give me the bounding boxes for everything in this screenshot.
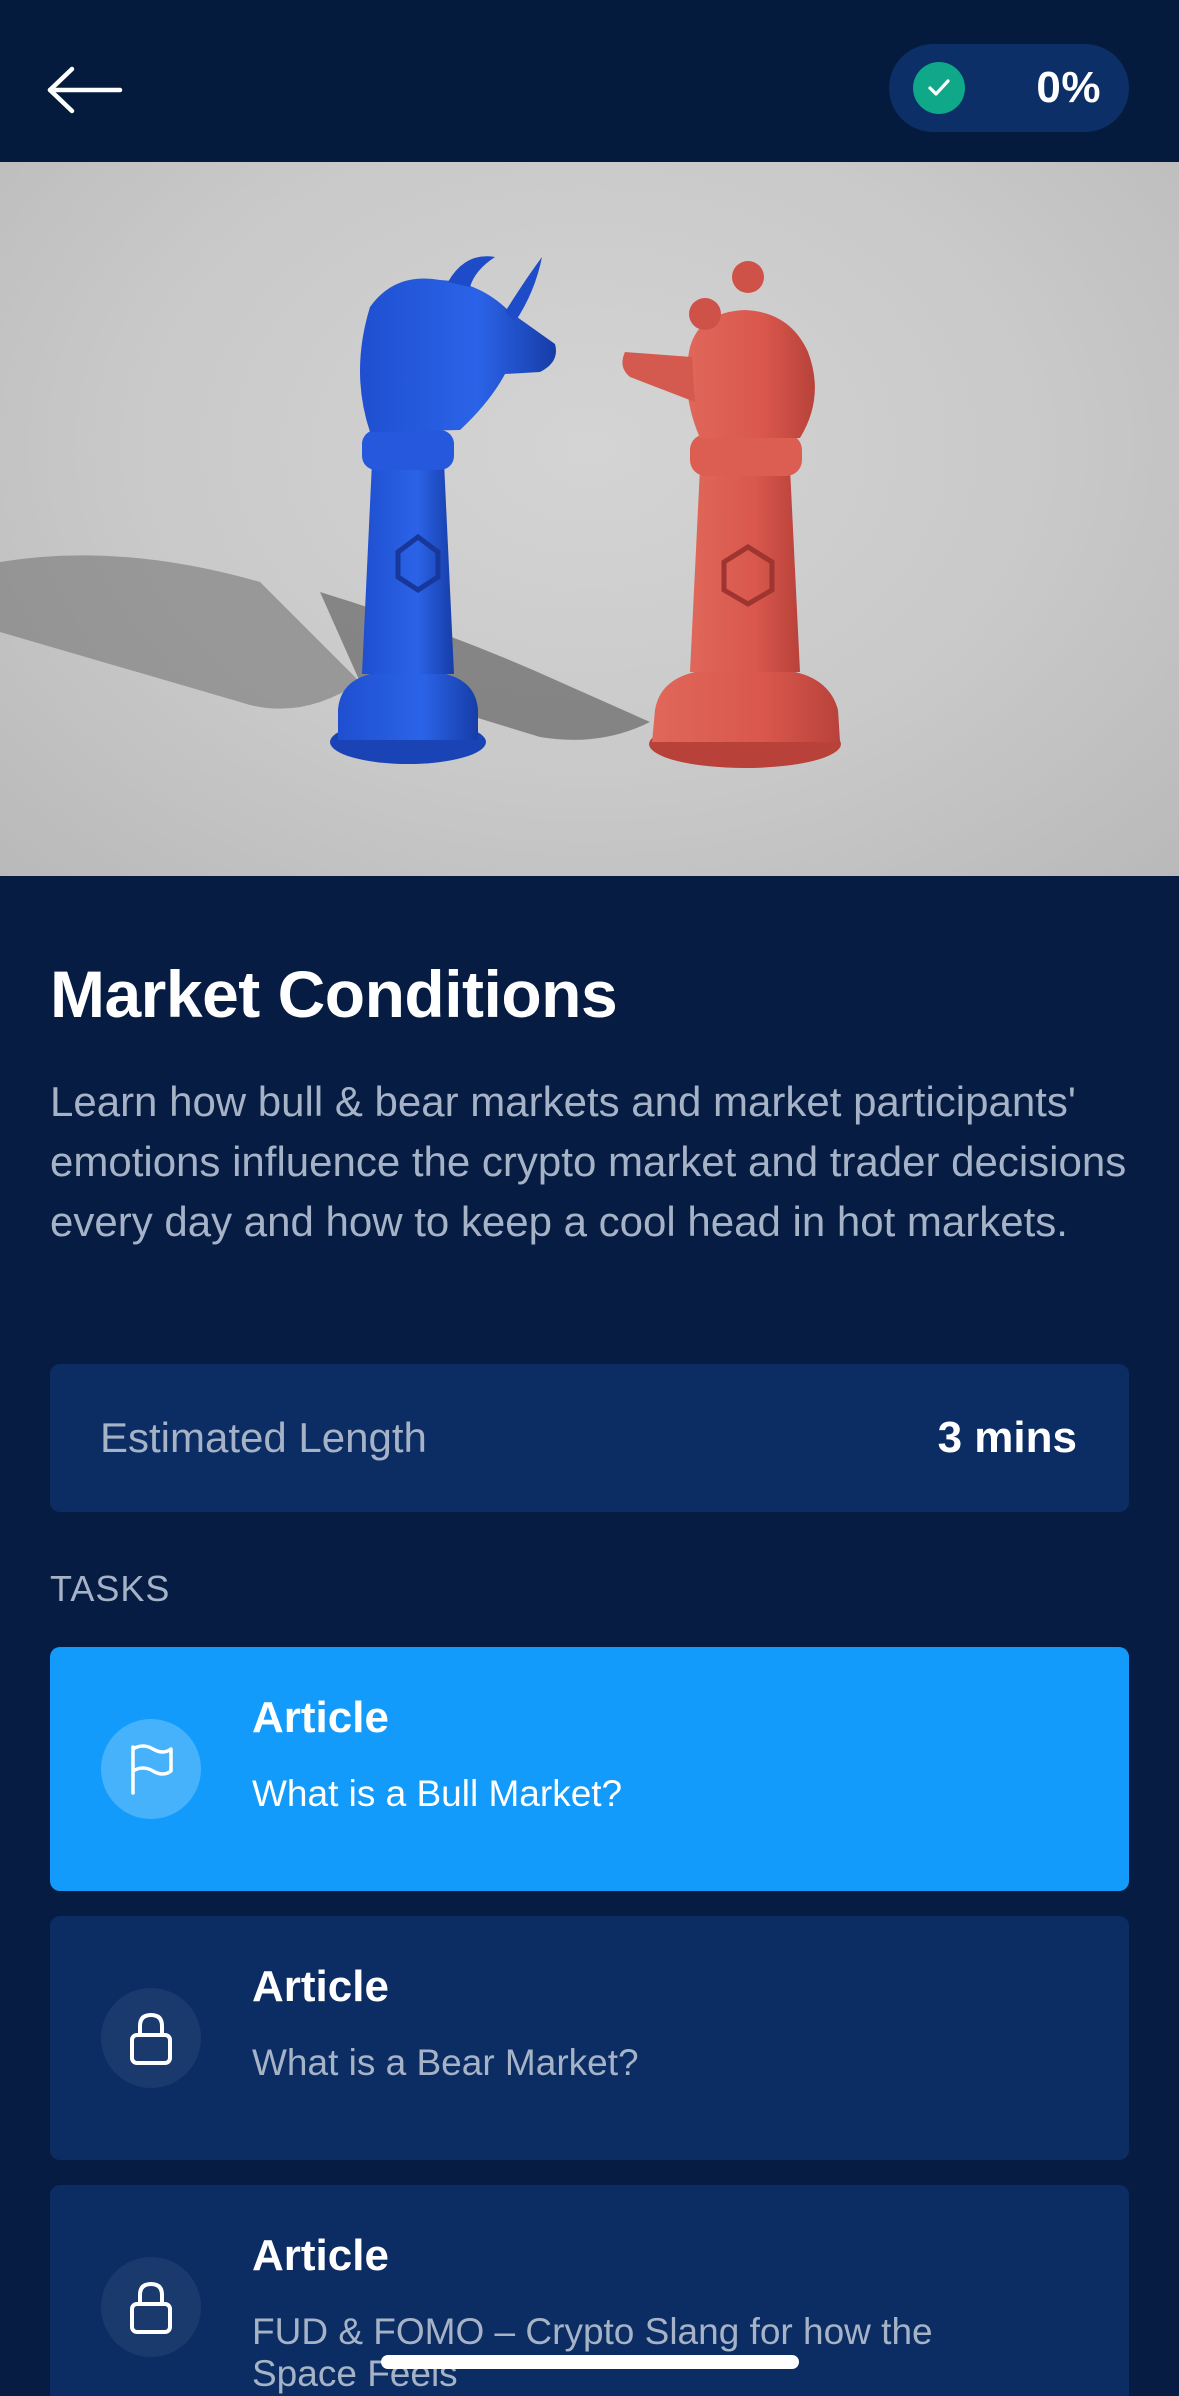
lesson-title: Market Conditions [50,957,618,1031]
task-item-bull-market[interactable]: Article What is a Bull Market? [50,1647,1129,1891]
task-type: Article [252,2231,389,2280]
lesson-page: 0% Market Conditions Learn how bull & be… [0,0,1179,2396]
task-type: Article [252,1693,389,1742]
lock-icon [101,2257,201,2357]
task-title: What is a Bear Market? [252,2042,639,2083]
bull-and-bear-chess-pieces-illustration [0,256,841,768]
tasks-heading: TASKS [50,1568,171,1609]
top-bar: 0% [0,0,1179,162]
check-circle-icon [913,62,965,114]
hero-image [0,162,1179,876]
task-title: What is a Bull Market? [252,1773,623,1814]
lesson-description: Learn how bull & bear markets and market… [50,1078,1127,1245]
lock-icon [101,1988,201,2088]
home-indicator[interactable] [381,2355,799,2369]
progress-indicator: 0% [889,44,1129,132]
flag-icon [101,1719,201,1819]
arrow-left-icon [47,66,123,114]
estimated-length-card: Estimated Length 3 mins [50,1364,1129,1512]
progress-percent: 0% [1036,63,1101,112]
task-item-bear-market[interactable]: Article What is a Bear Market? [50,1916,1129,2160]
estimated-length-value: 3 mins [937,1413,1077,1462]
bear-piece [622,261,841,768]
back-button[interactable] [44,52,134,128]
task-type: Article [252,1962,389,2011]
estimated-length-label: Estimated Length [100,1414,427,1461]
task-title: FUD & FOMO – Crypto Slang for how the Sp… [252,2311,933,2394]
